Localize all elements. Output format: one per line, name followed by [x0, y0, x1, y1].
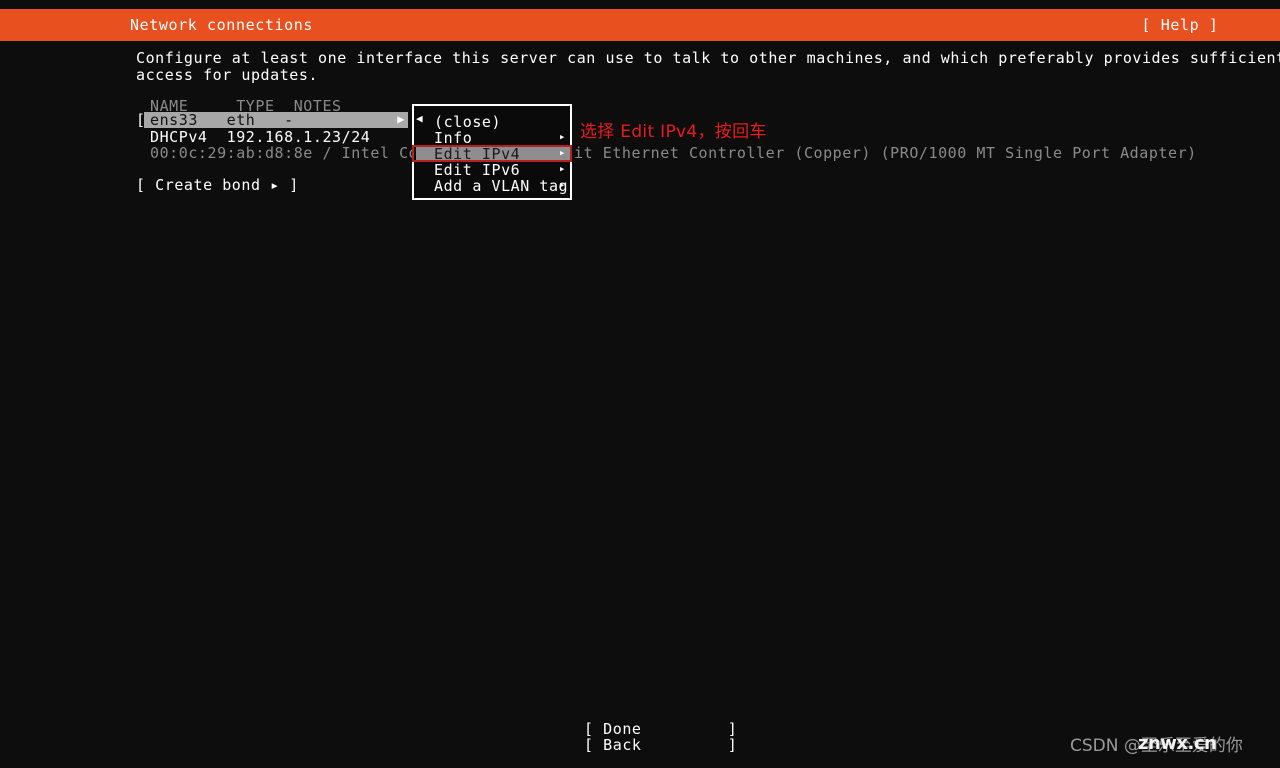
- description-line-2: access for updates.: [136, 66, 319, 84]
- help-button[interactable]: [ Help ]: [1080, 17, 1280, 33]
- page-title: Network connections: [130, 16, 313, 34]
- row-cells: ens33 eth -: [150, 111, 294, 129]
- chevron-right-icon: ▸: [558, 178, 566, 191]
- annotation-text: 选择 Edit IPv4，按回车: [580, 122, 767, 142]
- interface-ip-detail: DHCPv4 192.168.1.23/24: [150, 128, 371, 146]
- menu-item-label: (close): [434, 113, 502, 131]
- chevron-right-icon: ▶: [397, 112, 405, 126]
- menu-item-close[interactable]: (close): [416, 114, 572, 130]
- create-bond-button[interactable]: [ Create bond ▸ ]: [136, 177, 299, 193]
- menu-item-edit-ipv6[interactable]: Edit IPv6 ▸: [416, 162, 572, 178]
- interface-mac-detail-tail: it Ethernet Controller (Copper) (PRO/100…: [574, 144, 1197, 162]
- interface-mac-detail: 00:0c:29:ab:d8:8e / Intel Corpor: [150, 144, 457, 162]
- table-row-ens33[interactable]: [ ens33 eth - ▶: [136, 112, 408, 128]
- menu-item-add-vlan-tag[interactable]: Add a VLAN tag ▸: [416, 178, 572, 194]
- chevron-left-icon: ◀: [416, 112, 423, 125]
- description-line-1: Configure at least one interface this se…: [136, 49, 1280, 67]
- menu-item-edit-ipv4[interactable]: Edit IPv4 ▸: [416, 146, 572, 162]
- menu-item-label: Edit IPv6: [434, 161, 521, 179]
- watermark-site-text: znwx.cn: [1138, 733, 1217, 754]
- row-highlight: ens33 eth - ▶: [144, 112, 408, 128]
- chevron-right-icon: ▸: [558, 146, 566, 159]
- back-button[interactable]: [ Back ]: [584, 737, 737, 753]
- menu-item-label: Info: [434, 129, 473, 147]
- menu-item-info[interactable]: Info ▸: [416, 130, 572, 146]
- done-button[interactable]: [ Done ]: [584, 721, 737, 737]
- chevron-right-icon: ▸: [558, 130, 566, 143]
- context-menu: (close) Info ▸ Edit IPv4 ▸ Edit IPv6 ▸ A…: [412, 104, 572, 200]
- menu-item-label: Add a VLAN tag: [434, 177, 569, 195]
- chevron-right-icon: ▸: [558, 162, 566, 175]
- footer-actions: [ Done ] [ Back ]: [584, 721, 737, 753]
- menu-item-label: Edit IPv4: [434, 145, 521, 163]
- watermark: CSDN @至乐至爱的你 znwx.cn: [1070, 733, 1280, 762]
- page-description: Configure at least one interface this se…: [136, 50, 1280, 84]
